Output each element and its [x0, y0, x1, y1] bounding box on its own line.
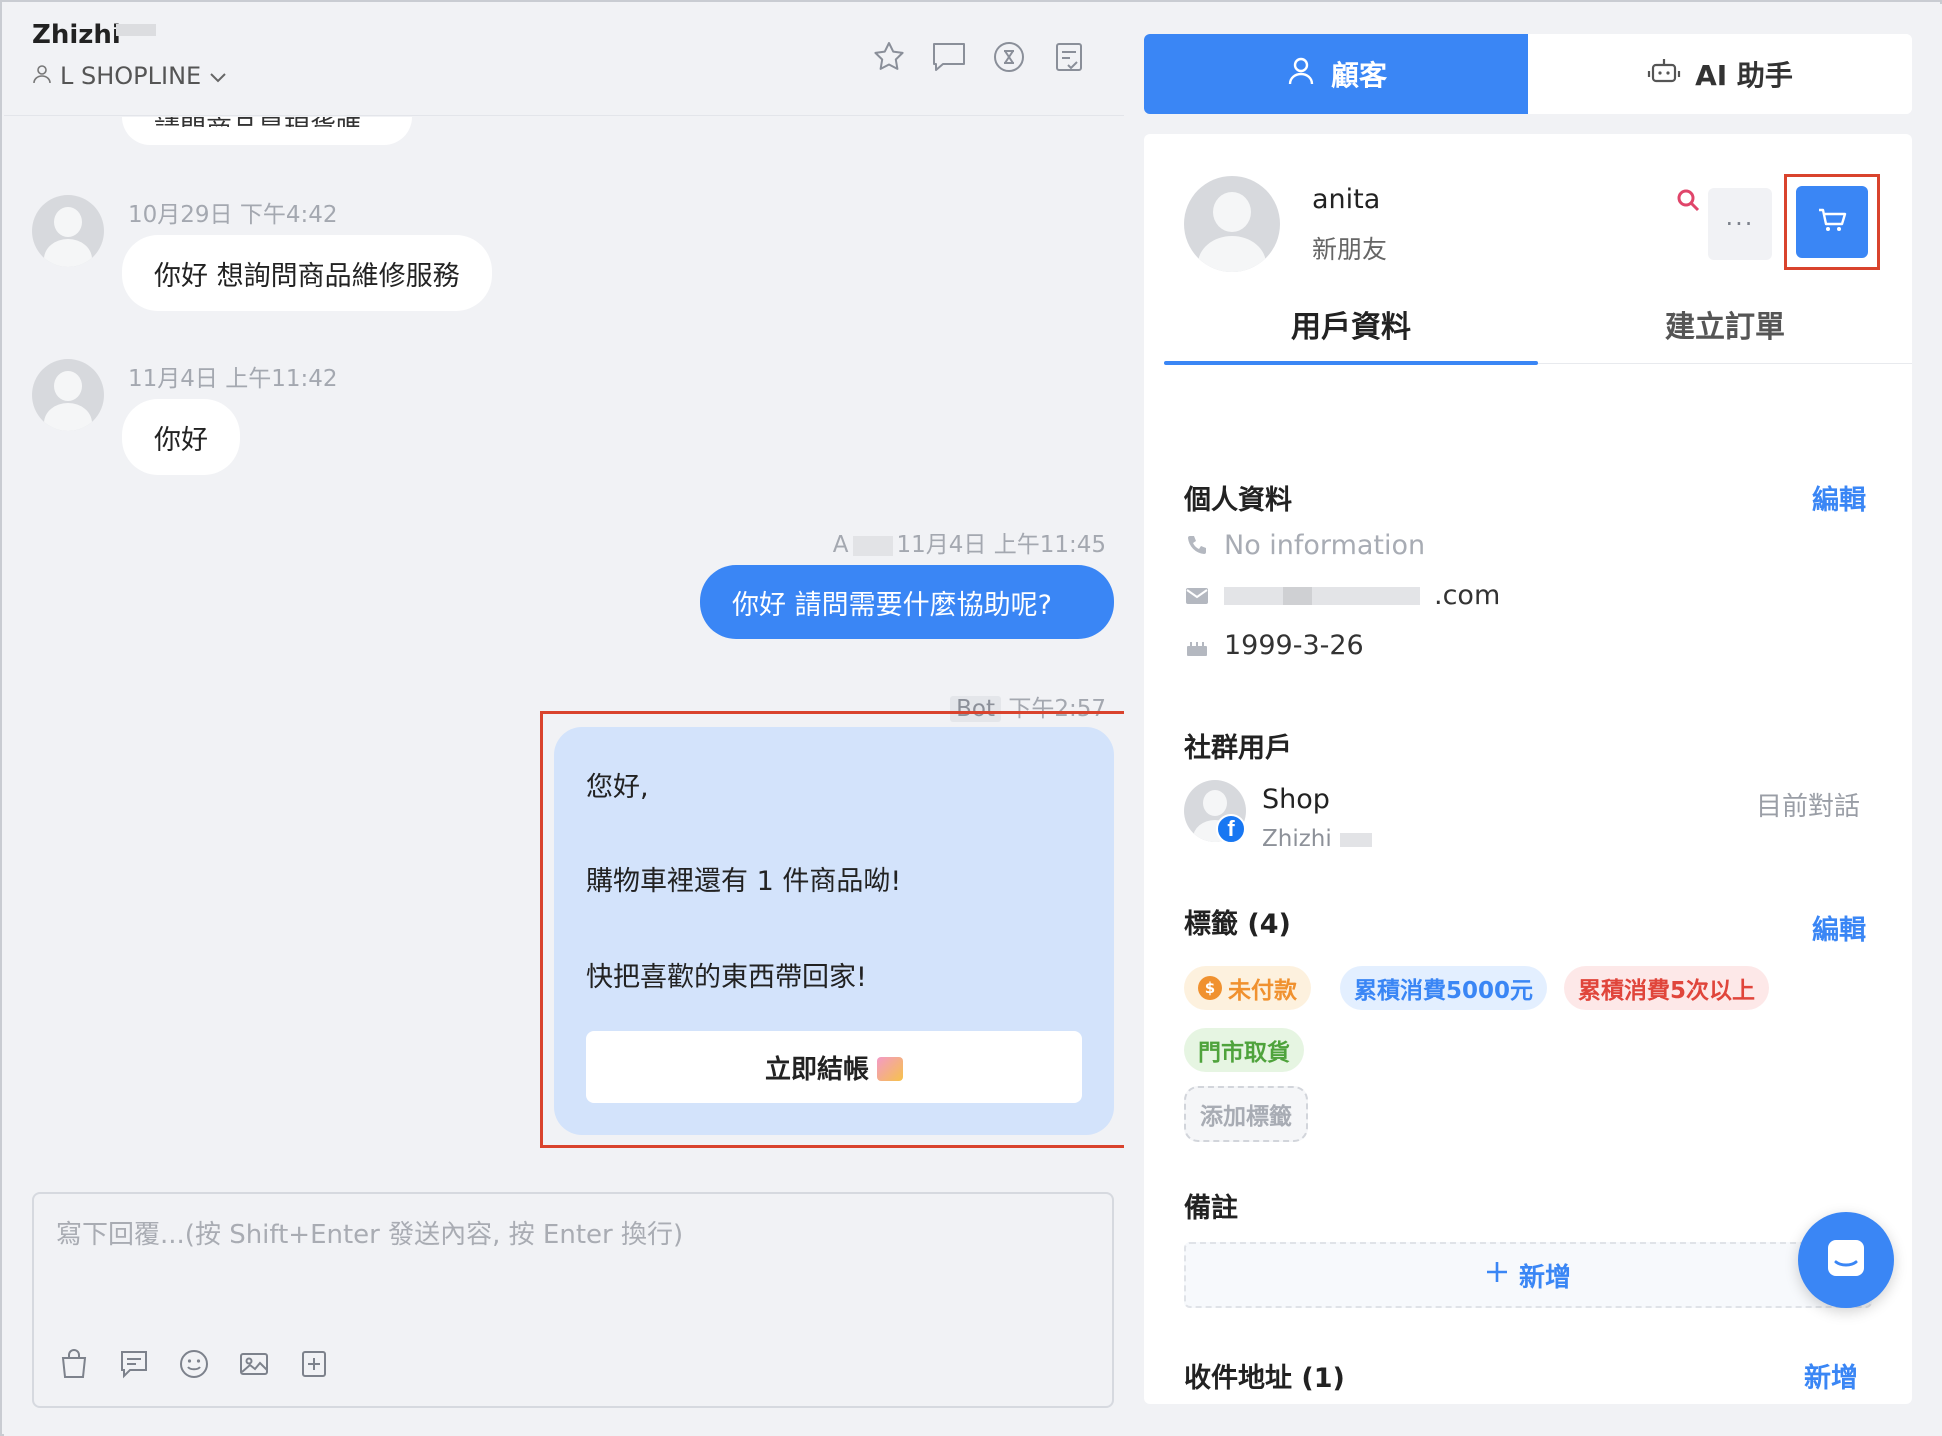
- app-frame: Zhizhi L SHOPLINE 10月29日 下午4:42 你好 想詢問商品…: [0, 0, 1942, 1436]
- redacted-agent: [852, 535, 893, 556]
- customer-profile-avatar: [1184, 176, 1280, 272]
- robot-icon: [1647, 55, 1681, 94]
- birthday-row: 1999-3-26: [1184, 630, 1364, 661]
- customer-card: anita 新朋友 ··· 用戶資料 建立訂單 個人資料 編輯 No infor…: [1144, 134, 1912, 1404]
- tab-ai-label: AI 助手: [1695, 59, 1793, 92]
- reply-input-placeholder: 寫下回覆...(按 Shift+Enter 發送內容, 按 Enter 換行): [56, 1220, 684, 1250]
- add-note-label: 新增: [1518, 1262, 1571, 1293]
- email-icon: [1184, 583, 1210, 609]
- add-tag-button[interactable]: 添加標籤: [1184, 1086, 1308, 1142]
- profile-name: anita: [1312, 184, 1381, 215]
- cart-highlight-annotation: [1784, 174, 1880, 270]
- tab-create-order[interactable]: 建立訂單: [1538, 284, 1912, 363]
- redacted-email: [1224, 586, 1420, 605]
- tag-times[interactable]: 累積消費5次以上: [1564, 966, 1770, 1010]
- composer-toolbar: [56, 1346, 332, 1382]
- comment-icon[interactable]: [930, 38, 968, 76]
- add-icon[interactable]: [296, 1346, 332, 1382]
- cake-icon: [1184, 633, 1210, 659]
- customer-avatar: [32, 195, 104, 267]
- tag-pickup[interactable]: 門市取貨: [1184, 1028, 1304, 1072]
- tag-spend[interactable]: 累積消費5000元: [1340, 966, 1548, 1010]
- conversation-panel: Zhizhi L SHOPLINE 10月29日 下午4:42 你好 想詢問商品…: [4, 4, 1127, 1436]
- panel-tabs: 顧客 AI 助手: [1144, 34, 1912, 114]
- customer-sub-tabs: 用戶資料 建立訂單: [1164, 284, 1912, 365]
- store-name: L SHOPLINE: [60, 62, 202, 90]
- customer-avatar: [32, 359, 104, 431]
- header-actions: [870, 38, 1088, 76]
- add-note-button[interactable]: 新增: [1184, 1242, 1872, 1308]
- social-subname: Zhizhi: [1262, 826, 1372, 852]
- email-row: .com: [1184, 580, 1500, 611]
- tag-unpaid-label: 未付款: [1228, 978, 1297, 1004]
- plus-icon: [1485, 1260, 1509, 1291]
- redacted-social: [1339, 832, 1372, 847]
- incoming-message: 你好 想詢問商品維修服務: [122, 235, 492, 311]
- message-timestamp: 11月4日 上午11:45: [896, 532, 1107, 558]
- facebook-icon: f: [1216, 814, 1246, 844]
- tag-unpaid[interactable]: $ 未付款: [1184, 966, 1311, 1010]
- dollar-icon: $: [1198, 976, 1222, 1000]
- social-name: Shop: [1262, 784, 1330, 815]
- reply-composer[interactable]: 寫下回覆...(按 Shift+Enter 發送內容, 按 Enter 換行): [32, 1192, 1114, 1408]
- edit-personal-link[interactable]: 編輯: [1812, 478, 1866, 517]
- user-icon: [32, 62, 52, 90]
- chevron-down-icon: [209, 62, 227, 90]
- incoming-message: 你好: [122, 399, 240, 475]
- agent-name: A: [832, 532, 849, 558]
- address-title: 收件地址 (1): [1184, 1363, 1345, 1394]
- star-icon[interactable]: [870, 38, 908, 76]
- add-address-link[interactable]: 新增: [1804, 1356, 1858, 1395]
- close-circle-icon[interactable]: [990, 38, 1028, 76]
- tab-ai-assistant[interactable]: AI 助手: [1528, 34, 1912, 114]
- outgoing-message: 你好 請問需要什麼協助呢?: [700, 565, 1114, 639]
- current-conversation-status: 目前對話: [1756, 792, 1861, 822]
- customer-icon: [1285, 55, 1317, 94]
- membership-level: 新朋友: [1312, 235, 1388, 264]
- message-text-partial: 請問商品是現貨嗎: [154, 117, 384, 127]
- chat-icon: [1822, 1234, 1870, 1286]
- phone-value: No information: [1224, 530, 1426, 561]
- message-timestamp: 10月29日 下午4:42: [128, 202, 338, 228]
- tab-customer[interactable]: 顧客: [1144, 34, 1528, 114]
- tab-user-info[interactable]: 用戶資料: [1164, 284, 1538, 365]
- phone-icon: [1184, 533, 1210, 559]
- quick-reply-icon[interactable]: [116, 1346, 152, 1382]
- highlight-annotation: [540, 711, 1127, 1148]
- task-icon[interactable]: [1050, 38, 1088, 76]
- personal-info-title: 個人資料: [1184, 485, 1292, 516]
- edit-tags-link[interactable]: 編輯: [1812, 908, 1866, 947]
- conversation-header: Zhizhi L SHOPLINE: [4, 4, 1124, 116]
- tab-customer-label: 顧客: [1330, 59, 1387, 92]
- image-icon[interactable]: [236, 1346, 272, 1382]
- message-meta: A 11月4日 上午11:45: [833, 525, 1106, 559]
- customer-name: Zhizhi: [32, 20, 121, 50]
- social-users-title: 社群用戶: [1184, 733, 1292, 764]
- more-options-button[interactable]: ···: [1708, 188, 1772, 260]
- search-user-icon[interactable]: [1674, 186, 1704, 216]
- tags-title: 標籤 (4): [1184, 909, 1291, 940]
- phone-row: No information: [1184, 530, 1425, 561]
- store-selector[interactable]: L SHOPLINE: [32, 62, 227, 90]
- chat-launcher-button[interactable]: [1798, 1212, 1894, 1308]
- bag-icon[interactable]: [56, 1346, 92, 1382]
- redacted-name: [116, 24, 156, 36]
- notes-title: 備註: [1184, 1193, 1238, 1224]
- birthday-value: 1999-3-26: [1224, 630, 1364, 661]
- social-subname-text: Zhizhi: [1262, 826, 1332, 852]
- email-suffix: .com: [1434, 580, 1501, 611]
- message-timestamp: 11月4日 上午11:42: [128, 366, 338, 392]
- emoji-icon[interactable]: [176, 1346, 212, 1382]
